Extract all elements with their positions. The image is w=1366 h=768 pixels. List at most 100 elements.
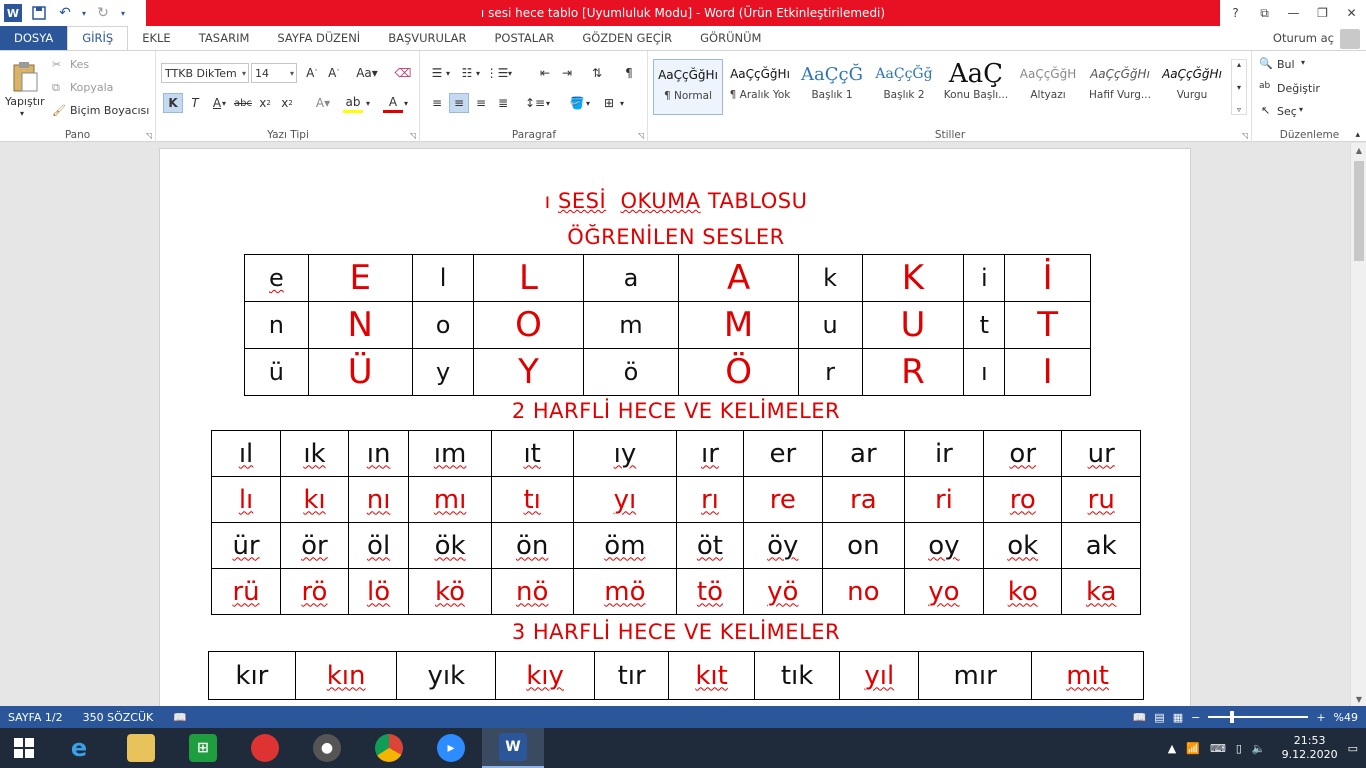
table-cell[interactable]: öl: [347, 522, 410, 569]
table-cell[interactable]: ö: [582, 348, 680, 396]
table-cell[interactable]: ra: [821, 476, 905, 523]
zoom-app-icon[interactable]: ▸: [420, 728, 482, 768]
table-cell[interactable]: t: [963, 301, 1006, 349]
read-mode-icon[interactable]: 📖: [1133, 711, 1147, 724]
table-cell[interactable]: I: [1004, 348, 1091, 396]
style-normal[interactable]: AaÇçĞğHı ¶ Normal: [653, 59, 723, 115]
zoom-slider-thumb[interactable]: [1230, 711, 1235, 723]
tab-insert[interactable]: EKLE: [128, 26, 184, 50]
show-hidden-icons-icon[interactable]: ▲: [1168, 742, 1176, 755]
table-cell[interactable]: öy: [742, 522, 823, 569]
table-cell[interactable]: l: [411, 254, 475, 302]
table-cell[interactable]: O: [473, 301, 584, 349]
table-cell[interactable]: A: [678, 254, 799, 302]
replace-button[interactable]: Değiştir: [1277, 82, 1320, 95]
subscript-icon[interactable]: x2: [255, 93, 275, 113]
table-cell[interactable]: ıy: [572, 430, 678, 477]
table-cell[interactable]: mı: [408, 476, 492, 523]
table-cell[interactable]: ru: [1061, 476, 1141, 523]
table-cell[interactable]: kı: [280, 476, 349, 523]
highlight-icon[interactable]: ab: [343, 93, 363, 113]
table-cell[interactable]: no: [821, 568, 905, 615]
tab-page-layout[interactable]: SAYFA DÜZENİ: [263, 26, 374, 50]
volume-icon[interactable]: 🔈: [1252, 742, 1266, 755]
table-cell[interactable]: or: [983, 430, 1063, 477]
table-cell[interactable]: K: [861, 254, 965, 302]
cut-icon[interactable]: ✂: [52, 58, 61, 71]
table-cell[interactable]: N: [307, 301, 413, 349]
word-logo-icon[interactable]: W: [4, 4, 22, 22]
table-cell[interactable]: tır: [593, 651, 670, 700]
copy-button[interactable]: Kopyala: [70, 81, 113, 94]
store-icon[interactable]: ⊞: [172, 728, 234, 768]
keyboard-icon[interactable]: ⌨: [1210, 742, 1226, 755]
zoom-slider[interactable]: [1208, 711, 1309, 723]
select-dropdown-icon[interactable]: ▾: [1299, 105, 1303, 114]
highlight-dropdown-icon[interactable]: ▾: [363, 93, 373, 113]
table-cell[interactable]: rö: [280, 568, 349, 615]
table-cell[interactable]: mö: [572, 568, 678, 615]
table-cell[interactable]: yı: [572, 476, 678, 523]
zoom-level[interactable]: %49: [1334, 711, 1358, 724]
font-size-combo[interactable]: 14 ▾: [251, 63, 297, 83]
line-spacing-icon[interactable]: ↕≡: [525, 93, 545, 113]
table-cell[interactable]: ü: [244, 348, 309, 396]
paragraph-launcher-icon[interactable]: ◹: [638, 131, 644, 140]
proofing-icon[interactable]: 📖: [173, 711, 187, 724]
strikethrough-icon[interactable]: abc: [233, 93, 253, 113]
syllables-3-table[interactable]: kır kın yık kıy tır kıt tık yıl mır mıt: [208, 651, 1144, 700]
table-cell[interactable]: kö: [408, 568, 492, 615]
change-case-icon[interactable]: Aa▾: [353, 63, 381, 83]
clear-formatting-icon[interactable]: ⌫: [393, 63, 413, 83]
web-layout-icon[interactable]: ▦: [1173, 711, 1183, 724]
table-cell[interactable]: tö: [676, 568, 744, 615]
line-spacing-dropdown-icon[interactable]: ▾: [543, 93, 553, 113]
shrink-font-icon[interactable]: Aˇ: [324, 63, 344, 83]
table-cell[interactable]: oy: [903, 522, 985, 569]
table-cell[interactable]: kıy: [495, 651, 595, 700]
table-cell[interactable]: ro: [983, 476, 1063, 523]
zoom-out-icon[interactable]: −: [1191, 711, 1200, 724]
table-cell[interactable]: ön: [490, 522, 574, 569]
table-cell[interactable]: Ö: [678, 348, 799, 396]
scroll-down-icon[interactable]: ▼: [1351, 692, 1366, 706]
letters-table[interactable]: eElLaAkKiİnNoOmMuUtTüÜyYöÖrRıI: [244, 254, 1091, 396]
borders-icon[interactable]: ⊞: [599, 93, 619, 113]
table-cell[interactable]: rü: [210, 568, 282, 615]
table-cell[interactable]: a: [582, 254, 680, 302]
table-cell[interactable]: yıl: [839, 651, 920, 700]
avatar[interactable]: [1340, 29, 1360, 49]
table-cell[interactable]: mır: [918, 651, 1033, 700]
clipboard-icon[interactable]: [8, 57, 42, 97]
more-styles-icon[interactable]: ▿: [1237, 105, 1241, 114]
webcam-app-icon[interactable]: ●: [296, 728, 358, 768]
table-cell[interactable]: ko: [983, 568, 1063, 615]
table-cell[interactable]: tı: [490, 476, 574, 523]
table-cell[interactable]: on: [821, 522, 905, 569]
justify-icon[interactable]: ≣: [493, 93, 513, 113]
styles-launcher-icon[interactable]: ◹: [1242, 131, 1248, 140]
paint-icon[interactable]: [234, 728, 296, 768]
table-cell[interactable]: ar: [821, 430, 905, 477]
table-cell[interactable]: i: [963, 254, 1006, 302]
table-cell[interactable]: öt: [676, 522, 744, 569]
find-dropdown-icon[interactable]: ▾: [1301, 58, 1305, 67]
font-color-icon[interactable]: A: [383, 93, 403, 113]
clock[interactable]: 21:53 9.12.2020: [1282, 734, 1338, 762]
ribbon-display-options-button[interactable]: ⧉: [1250, 0, 1279, 26]
multilevel-list-icon[interactable]: ⋮☰: [486, 63, 509, 83]
grow-font-icon[interactable]: Aˆ: [302, 63, 322, 83]
word-count[interactable]: 350 SÖZCÜK: [83, 711, 154, 724]
style-heading-2[interactable]: AaÇçĞğ Başlık 2: [869, 59, 939, 115]
table-cell[interactable]: Y: [473, 348, 584, 396]
table-cell[interactable]: U: [861, 301, 965, 349]
table-cell[interactable]: ıt: [490, 430, 574, 477]
tab-design[interactable]: TASARIM: [185, 26, 264, 50]
italic-icon[interactable]: T: [185, 93, 205, 113]
table-cell[interactable]: ı: [963, 348, 1006, 396]
table-cell[interactable]: lö: [347, 568, 410, 615]
show-formatting-marks-icon[interactable]: ¶: [619, 63, 639, 83]
table-cell[interactable]: ri: [903, 476, 985, 523]
align-right-icon[interactable]: ≡: [471, 93, 491, 113]
minimize-button[interactable]: —: [1279, 0, 1308, 26]
